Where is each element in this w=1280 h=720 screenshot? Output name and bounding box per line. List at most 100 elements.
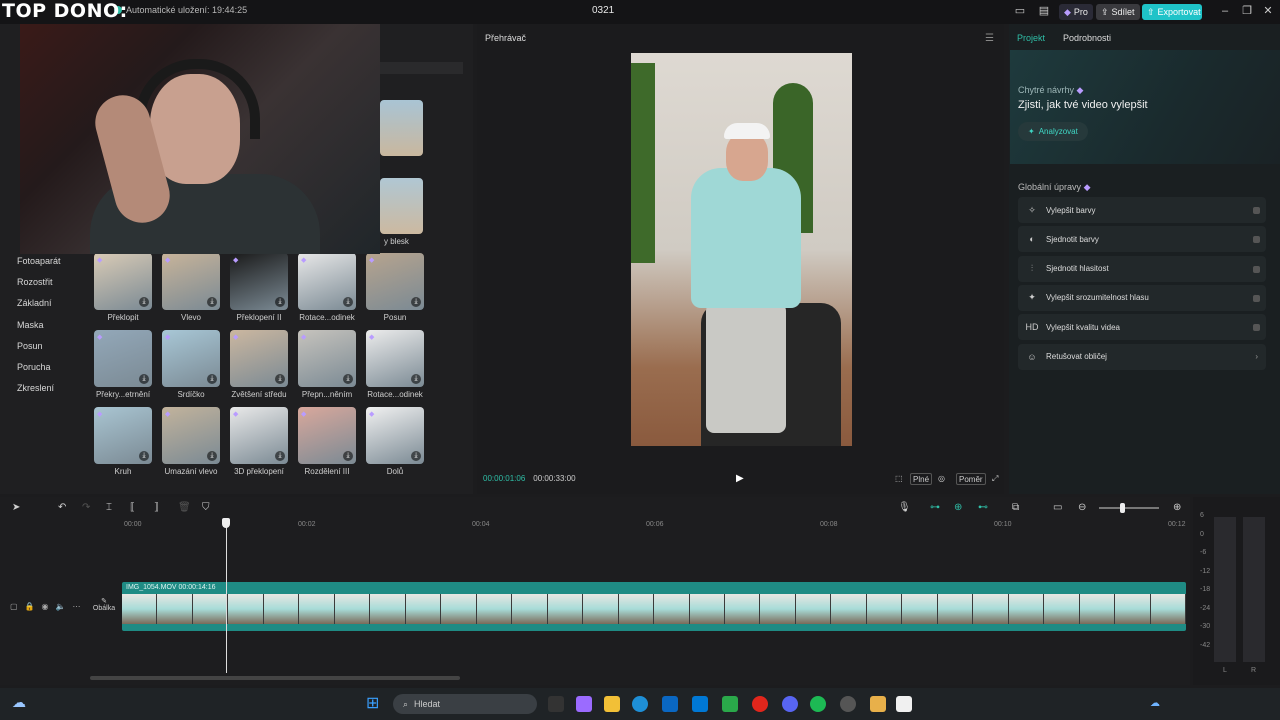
crop-icon[interactable]: ⬚ [893,473,905,485]
transition-tile[interactable]: ◆ ⤓ [366,330,424,387]
trim-right-icon[interactable]: ⟧ [154,502,159,513]
download-icon[interactable]: ⤓ [139,297,149,307]
store-icon[interactable] [662,696,678,712]
snapshot-icon[interactable]: ◎ [936,473,947,485]
transition-tile[interactable]: ◆ ⤓ [230,407,288,464]
menu-icon[interactable]: ☰ [985,33,994,44]
lock-icon[interactable]: 🔒 [25,602,35,611]
timeline-scrollbar[interactable] [90,676,460,680]
download-icon[interactable]: ⤓ [207,374,217,384]
link-icon[interactable]: ⊶ [930,502,940,513]
global-option[interactable]: ⫶ Sjednotit hlasitost [1018,255,1266,282]
global-option[interactable]: ✦ Vylepšit srozumitelnost hlasu [1018,284,1266,311]
ratio-button[interactable]: Poměr [956,473,986,485]
global-option[interactable]: HD Vylepšit kvalitu videa [1018,314,1266,341]
cover-button[interactable]: ✎ Obálka [92,597,116,612]
download-icon[interactable]: ⤓ [207,451,217,461]
transition-tile[interactable]: ◆ ⤓ [230,253,288,310]
transition-tile[interactable]: ◆ ⤓ [298,253,356,310]
download-icon[interactable]: ⤓ [411,374,421,384]
shield-icon[interactable]: ⛉ [202,502,210,513]
zoom-in-icon[interactable]: ⊕ [1173,502,1181,513]
download-icon[interactable]: ⤓ [411,451,421,461]
playhead[interactable] [226,518,227,673]
transition-tile[interactable]: ◆ ⤓ [366,407,424,464]
pro-button[interactable]: ◆ Pro [1059,4,1093,20]
download-icon[interactable]: ⤓ [275,297,285,307]
shortcut-icon[interactable]: ▤ [1036,3,1052,19]
global-option[interactable]: ☺ Retušovat obličej › [1018,343,1266,370]
layout-icon[interactable]: ▭ [1012,3,1028,19]
transition-tile[interactable]: ◆ ⤓ [162,253,220,310]
volume-icon[interactable]: 🔈 [56,602,66,611]
download-icon[interactable]: ⤓ [343,451,353,461]
outlook-icon[interactable] [692,696,708,712]
file-explorer-icon[interactable] [604,696,620,712]
windows-start-icon[interactable]: ⊞ [366,693,379,713]
transition-tile[interactable]: ◆ ⤓ [162,330,220,387]
redo-icon[interactable]: ↷ [82,502,90,513]
zoom-out-icon[interactable]: ⊖ [1078,502,1086,513]
tab-project[interactable]: Projekt [1017,33,1045,43]
obs-icon[interactable] [840,696,856,712]
category-item[interactable]: Maska [0,314,90,335]
play-icon[interactable]: ▶ [736,473,744,484]
weather-icon[interactable]: ☁ [12,694,26,711]
zoom-slider-handle[interactable] [1120,503,1125,513]
category-item[interactable]: Zkreslení [0,378,90,399]
tray-icon[interactable]: ☁ [1150,698,1160,709]
select-tool-icon[interactable]: ➤ [12,502,20,513]
opera-icon[interactable] [752,696,768,712]
preview-axis-icon[interactable]: ⧉ [1012,502,1019,513]
transition-tile[interactable]: ◆ ⤓ [94,330,152,387]
transition-tile[interactable]: ◆ ⤓ [162,407,220,464]
close-icon[interactable]: ✕ [1260,3,1276,19]
caption-icon[interactable]: ▭ [1053,502,1062,513]
undo-icon[interactable]: ↶ [58,502,66,513]
download-icon[interactable]: ⤓ [411,297,421,307]
category-item[interactable]: Posun [0,335,90,356]
transition-tile[interactable]: ◆ ⤓ [94,407,152,464]
global-option[interactable]: ◐ Sjednotit barvy [1018,226,1266,253]
toggle[interactable] [1253,324,1260,332]
transition-tile[interactable]: ◆ ⤓ [230,330,288,387]
app-icon[interactable] [722,696,738,712]
eye-icon[interactable]: ◉ [42,602,49,611]
app-icon[interactable] [870,696,886,712]
toggle[interactable] [1253,207,1260,214]
category-item[interactable]: Porucha [0,356,90,377]
analyze-button[interactable]: ✦ Analyzovat [1018,122,1088,141]
download-icon[interactable]: ⤓ [207,297,217,307]
category-item[interactable]: Rozostřit [0,271,90,292]
task-view-icon[interactable] [548,696,564,712]
category-item[interactable]: Základní [0,293,90,314]
transition-tile[interactable]: ◆ ⤓ [94,253,152,310]
edge-icon[interactable] [632,696,648,712]
trim-left-icon[interactable]: ⟦ [130,502,135,513]
minimize-icon[interactable]: – [1217,3,1233,19]
taskbar-search[interactable]: ⌕ Hledat [393,694,537,714]
split-icon[interactable]: ⌶ [106,502,112,513]
magnet-icon[interactable]: ⊕ [954,502,962,513]
share-button[interactable]: ⇪ Sdílet [1096,4,1140,20]
download-icon[interactable]: ⤓ [139,374,149,384]
capcut-icon[interactable] [896,696,912,712]
toggle[interactable] [1253,294,1260,302]
download-icon[interactable]: ⤓ [275,374,285,384]
snap-icon[interactable]: ⊷ [978,502,988,513]
export-button[interactable]: ⇧ Exportovat [1142,4,1202,20]
full-quality-button[interactable]: Plné [910,473,933,485]
toggle[interactable] [1253,236,1260,244]
transition-tile[interactable] [380,178,423,234]
search-bar[interactable] [380,62,463,74]
tab-details[interactable]: Podrobnosti [1063,33,1111,43]
discord-icon[interactable] [782,696,798,712]
toggle[interactable] [1253,265,1260,273]
microphone-icon[interactable]: 🎙 [898,502,911,513]
delete-icon[interactable]: 🗑 [178,502,191,513]
transition-tile[interactable]: ◆ ⤓ [298,330,356,387]
download-icon[interactable]: ⤓ [275,451,285,461]
download-icon[interactable]: ⤓ [139,451,149,461]
more-icon[interactable]: ⋯ [72,602,80,611]
transition-tile[interactable]: ◆ ⤓ [366,253,424,310]
